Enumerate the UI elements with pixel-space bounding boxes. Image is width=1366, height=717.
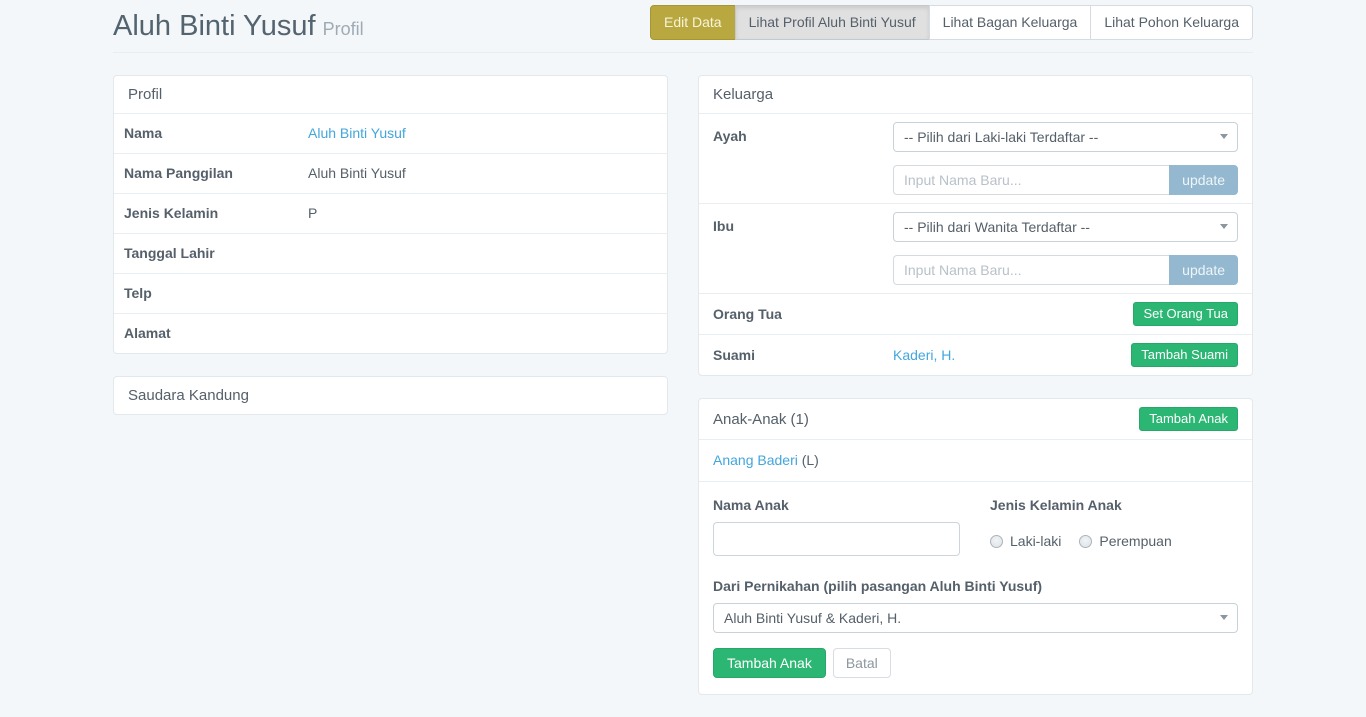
saudara-kandung-panel: Saudara Kandung <box>113 376 668 415</box>
ayah-label: Ayah <box>713 122 893 195</box>
set-orang-tua-button[interactable]: Set Orang Tua <box>1133 302 1238 326</box>
radio-option-laki-laki[interactable]: Laki-laki <box>990 533 1061 549</box>
table-row: Jenis Kelamin P <box>114 193 667 233</box>
keluarga-panel-title: Keluarga <box>699 76 1252 113</box>
dari-pernikahan-label: Dari Pernikahan (pilih pasangan Aluh Bin… <box>713 578 1238 594</box>
page-header: Aluh Binti Yusuf Profil Edit Data Lihat P… <box>113 0 1253 43</box>
row-value: Aluh Binti Yusuf <box>308 164 657 183</box>
nama-anak-label: Nama Anak <box>713 497 960 513</box>
laki-laki-radio[interactable] <box>990 535 1003 548</box>
profil-panel-title: Profil <box>114 76 667 113</box>
radio-option-perempuan[interactable]: Perempuan <box>1079 533 1171 549</box>
view-toolbar: Edit Data Lihat Profil Aluh Binti Yusuf … <box>650 5 1253 40</box>
row-label: Nama Panggilan <box>124 164 308 183</box>
laki-laki-radio-label: Laki-laki <box>1010 533 1061 549</box>
ibu-input-group: update <box>893 255 1238 285</box>
gender-radio-group: Laki-laki Perempuan <box>990 533 1238 549</box>
child-list-item: Anang Baderi (L) <box>699 439 1252 481</box>
row-label: Jenis Kelamin <box>124 204 308 223</box>
lihat-bagan-keluarga-button[interactable]: Lihat Bagan Keluarga <box>929 5 1092 40</box>
ibu-row: Ibu -- Pilih dari Wanita Terdaftar -- up… <box>699 203 1252 293</box>
child-gender-suffix: (L) <box>802 452 819 468</box>
row-label: Alamat <box>124 324 308 343</box>
table-row: Nama Panggilan Aluh Binti Yusuf <box>114 153 667 193</box>
suami-value-link[interactable]: Kaderi, H. <box>893 347 955 363</box>
jenis-kelamin-anak-label: Jenis Kelamin Anak <box>990 497 1238 513</box>
ibu-label: Ibu <box>713 212 893 285</box>
row-value: P <box>308 204 657 223</box>
ayah-row: Ayah -- Pilih dari Laki-laki Terdaftar -… <box>699 113 1252 203</box>
person-name: Aluh Binti Yusuf <box>113 10 316 42</box>
ibu-select[interactable]: -- Pilih dari Wanita Terdaftar -- <box>893 212 1238 242</box>
ibu-update-button[interactable]: update <box>1169 255 1238 285</box>
ayah-name-input[interactable] <box>893 165 1169 195</box>
suami-row: Suami Kaderi, H. Tambah Suami <box>699 334 1252 375</box>
page-container: Aluh Binti Yusuf Profil Edit Data Lihat P… <box>113 0 1253 717</box>
row-value <box>308 324 657 343</box>
suami-label: Suami <box>713 347 893 363</box>
row-label: Telp <box>124 284 308 303</box>
ibu-name-input[interactable] <box>893 255 1169 285</box>
ayah-input-group: update <box>893 165 1238 195</box>
perempuan-radio-label: Perempuan <box>1099 533 1171 549</box>
orang-tua-row: Orang Tua Set Orang Tua <box>699 293 1252 334</box>
anak-anak-panel-heading: Anak-Anak (1) Tambah Anak <box>699 399 1252 439</box>
form-buttons: Tambah Anak Batal <box>713 648 1238 678</box>
row-label: Tanggal Lahir <box>124 244 308 263</box>
child-name-link[interactable]: Anang Baderi <box>713 452 798 468</box>
perempuan-radio[interactable] <box>1079 535 1092 548</box>
table-row: Telp <box>114 273 667 313</box>
header-divider <box>113 52 1253 53</box>
table-row: Alamat <box>114 313 667 353</box>
profil-panel: Profil Nama Aluh Binti Yusuf Nama Panggi… <box>113 75 668 354</box>
left-column: Profil Nama Aluh Binti Yusuf Nama Panggi… <box>113 75 668 717</box>
nama-value-link[interactable]: Aluh Binti Yusuf <box>308 125 406 141</box>
batal-button[interactable]: Batal <box>833 648 891 678</box>
row-value <box>308 284 657 303</box>
add-child-form: Nama Anak Jenis Kelamin Anak Laki-laki <box>699 481 1252 694</box>
anak-anak-panel-title: Anak-Anak (1) <box>713 411 809 428</box>
ayah-select[interactable]: -- Pilih dari Laki-laki Terdaftar -- <box>893 122 1238 152</box>
tambah-anak-submit-button[interactable]: Tambah Anak <box>713 648 826 678</box>
tambah-anak-header-button[interactable]: Tambah Anak <box>1139 407 1238 431</box>
keluarga-panel: Keluarga Ayah -- Pilih dari Laki-laki Te… <box>698 75 1253 376</box>
page-subtitle: Profil <box>323 19 364 39</box>
edit-data-button[interactable]: Edit Data <box>650 5 736 40</box>
tambah-suami-button[interactable]: Tambah Suami <box>1131 343 1238 367</box>
row-value <box>308 244 657 263</box>
dari-pernikahan-select[interactable]: Aluh Binti Yusuf & Kaderi, H. <box>713 603 1238 633</box>
saudara-kandung-panel-title: Saudara Kandung <box>114 377 667 414</box>
lihat-pohon-keluarga-button[interactable]: Lihat Pohon Keluarga <box>1090 5 1253 40</box>
ayah-update-button[interactable]: update <box>1169 165 1238 195</box>
row-label: Nama <box>124 124 308 143</box>
right-column: Keluarga Ayah -- Pilih dari Laki-laki Te… <box>698 75 1253 717</box>
nama-anak-input[interactable] <box>713 522 960 556</box>
table-row: Nama Aluh Binti Yusuf <box>114 113 667 153</box>
table-row: Tanggal Lahir <box>114 233 667 273</box>
lihat-profil-button[interactable]: Lihat Profil Aluh Binti Yusuf <box>735 5 930 40</box>
orang-tua-label: Orang Tua <box>713 306 893 322</box>
anak-anak-panel: Anak-Anak (1) Tambah Anak Anang Baderi (… <box>698 398 1253 695</box>
